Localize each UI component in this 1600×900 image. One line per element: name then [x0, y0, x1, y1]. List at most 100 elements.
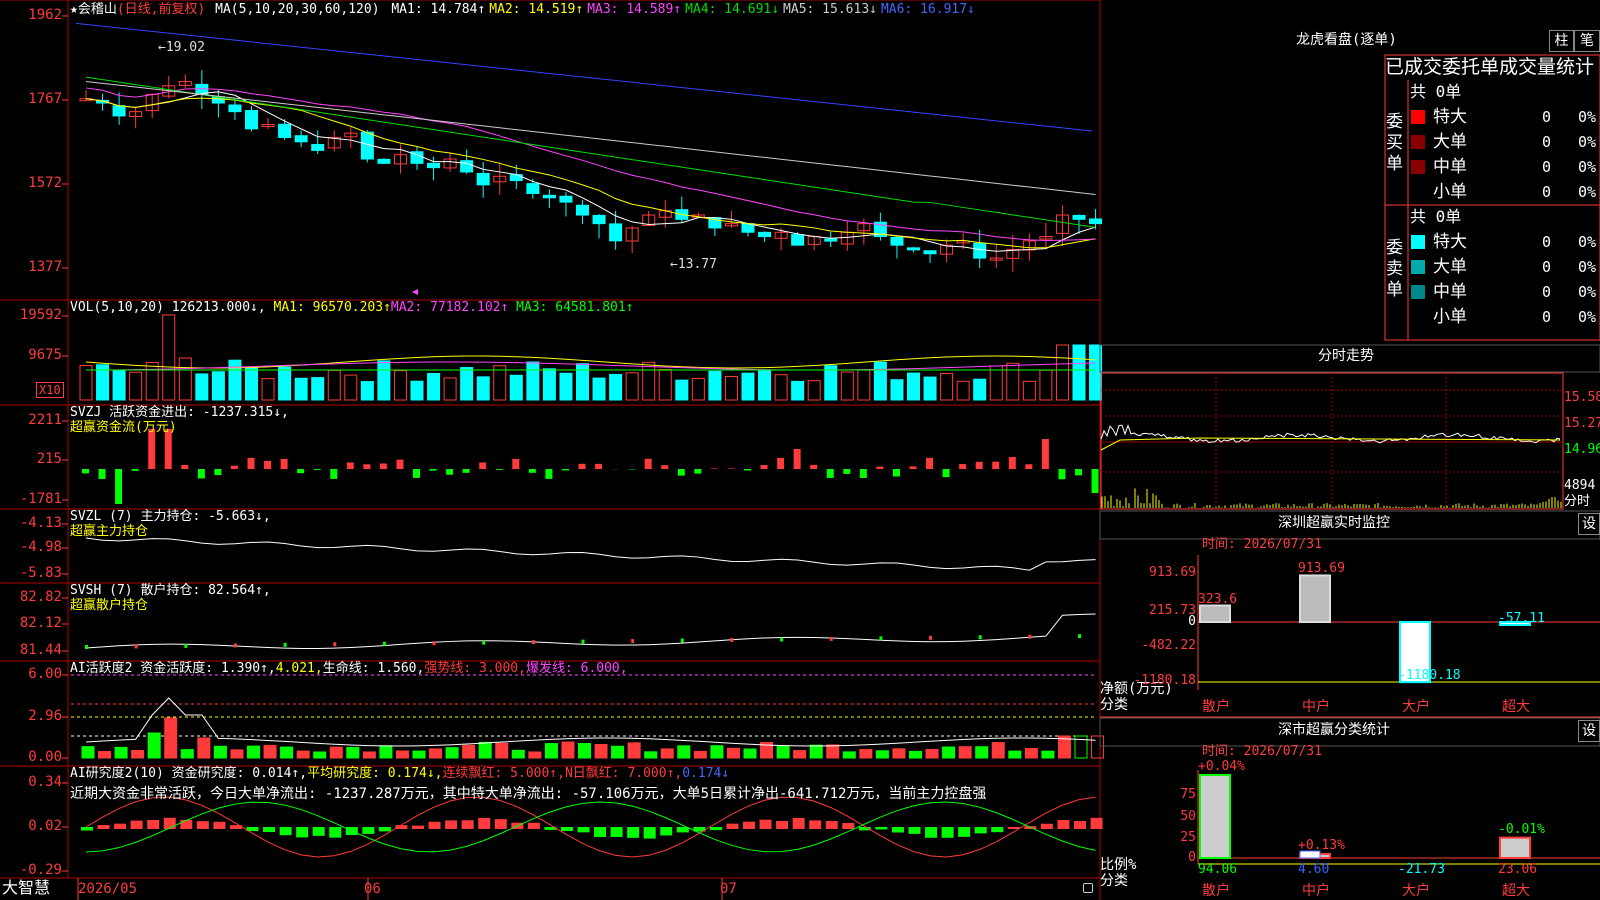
ma2-line: [86, 98, 1096, 248]
activity-bar: [347, 747, 359, 758]
lhb-title: 龙虎看盘(逐单): [1296, 33, 1397, 48]
vol-ma3: MA3: 64581.801↑: [516, 300, 633, 315]
ai2-title: AI研究度2(10) 资金研究度: 0.014↑,: [70, 766, 307, 781]
flow-bar: [148, 429, 155, 469]
ai1-t4: 强势线: 3.000,: [424, 661, 526, 676]
classify-settings-button[interactable]: 设: [1578, 720, 1600, 742]
flow-bar: [976, 462, 983, 469]
activity-bar: [943, 747, 955, 758]
order-swatch: [1411, 110, 1425, 124]
column-view-button[interactable]: 柱: [1549, 30, 1574, 52]
period-label[interactable]: (日线,前复权): [117, 2, 205, 17]
candle: [825, 239, 837, 241]
position-tick: [433, 641, 436, 645]
flow-bar: [579, 464, 586, 469]
classify-ylabel: 比例%: [1100, 858, 1136, 873]
order-row-pct: 0%: [1578, 257, 1596, 277]
axis-label: 2.96: [0, 709, 62, 724]
order-row-count: 0: [1542, 107, 1551, 127]
axis-label: 1962: [0, 8, 62, 23]
fenshi-title[interactable]: 分时走势: [1318, 349, 1374, 364]
candle: [924, 251, 936, 254]
volume-bar: [858, 370, 870, 400]
vol-unit-button[interactable]: X10: [36, 382, 64, 398]
flow-bar: [198, 469, 205, 479]
volume-bar: [1040, 370, 1052, 400]
ai2-comment: 近期大资金非常活跃，今日大单净流出: -1237.287万元，其中特大单净流出:…: [70, 787, 986, 802]
activity-bar: [165, 718, 177, 758]
fenshi-vol-max: 4894: [1564, 478, 1595, 493]
flow-bar: [1009, 457, 1016, 469]
flow-bar: [1092, 469, 1099, 493]
order-swatch: [1411, 260, 1425, 274]
volume-bar: [543, 369, 555, 400]
research-bar: [1074, 821, 1086, 829]
ai2-lx: 连续飘红: 5.000↑,: [443, 766, 565, 781]
svzj-sub: 超赢资金流(万元): [70, 420, 177, 435]
volume-bar: [163, 315, 175, 400]
star-icon[interactable]: ★: [70, 2, 78, 17]
main-position-line: [86, 538, 1096, 570]
monitor-value: 913.69: [1298, 561, 1345, 576]
flow-bar: [181, 465, 188, 469]
volume-bar: [659, 369, 671, 400]
order-row-count: 0: [1542, 257, 1551, 277]
flow-bar: [363, 464, 370, 469]
research-bar: [875, 827, 887, 829]
lock-icon[interactable]: [1083, 883, 1093, 893]
chart-canvas[interactable]: [0, 0, 1600, 900]
flow-bar: [992, 462, 999, 469]
flow-bar: [959, 464, 966, 469]
volume-bar: [957, 381, 969, 400]
position-tick: [284, 643, 287, 647]
axis-label: 1377: [0, 260, 62, 275]
tick-view-button[interactable]: 笔: [1574, 30, 1600, 52]
research-bar: [329, 827, 341, 838]
ai1-t2: 4.021,: [276, 661, 323, 676]
monitor-settings-button[interactable]: 设: [1578, 513, 1600, 535]
activity-bar: [777, 746, 789, 758]
activity-bar: [115, 747, 127, 758]
activity-bar: [214, 746, 226, 758]
volume-bar: [428, 373, 440, 400]
activity-bar: [876, 751, 888, 758]
activity-bar: [628, 743, 640, 758]
research-bar: [1091, 818, 1103, 829]
ma-label: MA(5,10,20,30,60,120): [215, 2, 379, 17]
order-row-count: 0: [1542, 157, 1551, 177]
classify-change: -0.01%: [1498, 822, 1545, 837]
axis-label: -1781: [0, 492, 62, 507]
volume-bar: [394, 371, 406, 400]
flow-bar: [264, 461, 271, 469]
position-tick: [234, 643, 237, 647]
activity-bar: [661, 749, 673, 758]
flow-bar: [396, 460, 403, 469]
activity-bar: [860, 750, 872, 758]
activity-bar: [264, 745, 276, 758]
candle: [229, 105, 241, 112]
volume-bar: [841, 372, 853, 400]
ma4-value: MA4: 14.691↓: [685, 2, 779, 17]
monitor-category: 散户: [1202, 700, 1230, 715]
flow-bar: [330, 469, 337, 479]
research-bar: [1041, 824, 1053, 829]
activity-bar: [678, 746, 690, 758]
research-bar: [925, 827, 937, 838]
research-bar: [793, 818, 805, 829]
activity-bar: [545, 744, 557, 758]
fenshi-axis-2: 15.27: [1564, 416, 1600, 431]
flow-bar: [512, 459, 519, 469]
flow-bar: [860, 469, 867, 478]
axis-label: 81.44: [0, 643, 62, 658]
monitor-axis-label: 0: [1100, 614, 1196, 629]
order-row-name: 中单: [1433, 157, 1467, 177]
brand-logo[interactable]: 大智慧: [2, 878, 50, 898]
buy-total: 共 0单: [1410, 82, 1461, 102]
axis-label: -4.98: [0, 540, 62, 555]
position-tick: [1028, 635, 1031, 639]
volume-bar: [593, 378, 605, 400]
activity-bar: [198, 738, 210, 758]
activity-bar: [396, 751, 408, 758]
research-bar: [826, 821, 838, 829]
volume-bar: [924, 377, 936, 400]
